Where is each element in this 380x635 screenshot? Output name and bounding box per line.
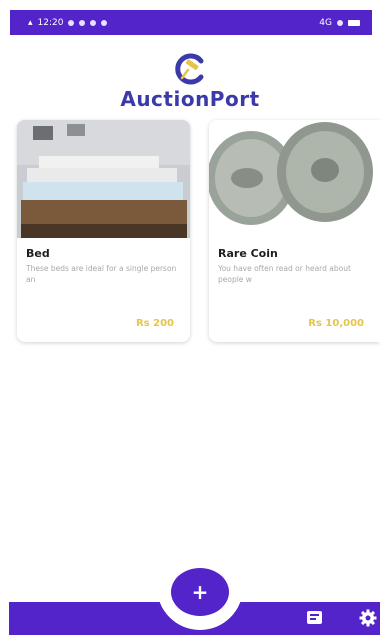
app-logo: AuctionPort xyxy=(0,52,380,111)
status-time: 12:20 xyxy=(37,17,64,28)
coin-photo xyxy=(209,120,380,238)
listing-card[interactable]: Rare Coin You have often read or heard a… xyxy=(209,120,380,342)
status-bar: ▴ 12:20 4G xyxy=(10,10,372,35)
notification-icon xyxy=(79,19,86,26)
listing-price: Rs 200 xyxy=(135,318,174,329)
listing-card[interactable]: Bed These beds are ideal for a single pe… xyxy=(17,120,190,342)
app-name: AuctionPort xyxy=(120,87,260,111)
listing-price: Rs 10,000 xyxy=(308,318,364,329)
notification-icon xyxy=(90,19,97,26)
listings-icon[interactable] xyxy=(305,608,325,628)
gavel-logo-icon xyxy=(175,53,204,85)
battery-icon xyxy=(348,19,360,26)
listing-title: Rare Coin xyxy=(218,247,278,260)
notification-icon xyxy=(101,19,108,26)
bed-photo xyxy=(17,120,190,238)
listing-title: Bed xyxy=(26,247,50,260)
network-label: 4G xyxy=(319,17,332,28)
listing-description: These beds are ideal for a single person… xyxy=(26,264,177,284)
settings-icon[interactable] xyxy=(358,608,378,628)
wifi-icon xyxy=(337,19,343,26)
signal-icon: ▴ xyxy=(28,17,33,28)
notification-icon xyxy=(68,19,75,26)
listing-description: You have often read or heard about peopl… xyxy=(218,264,351,284)
add-listing-button[interactable]: + xyxy=(171,568,229,616)
